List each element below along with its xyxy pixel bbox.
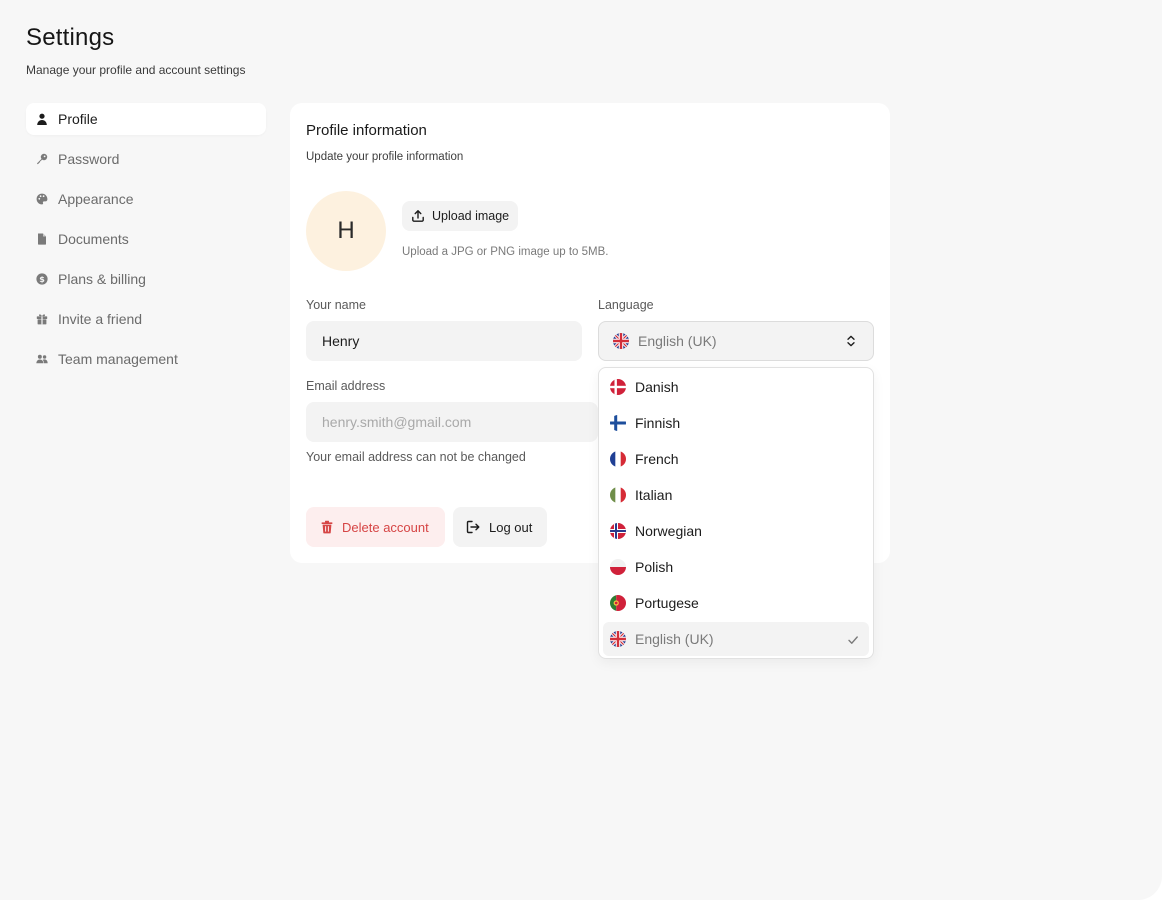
sidebar-item-appearance[interactable]: Appearance xyxy=(26,183,266,215)
gift-icon xyxy=(36,313,48,325)
user-icon xyxy=(36,113,48,125)
sidebar-item-profile[interactable]: Profile xyxy=(26,103,266,135)
language-option-label: Portugese xyxy=(635,595,699,611)
sidebar-item-password[interactable]: Password xyxy=(26,143,266,175)
language-select-value: English (UK) xyxy=(638,333,717,349)
svg-text:$: $ xyxy=(39,275,45,284)
trash-icon xyxy=(320,520,334,534)
name-input[interactable]: Henry xyxy=(306,321,582,361)
language-option-french[interactable]: French xyxy=(603,442,869,476)
document-icon xyxy=(36,233,48,245)
language-option-finnish[interactable]: Finnish xyxy=(603,406,869,440)
uk-flag-icon xyxy=(610,631,626,647)
avatar: H xyxy=(306,191,386,271)
upload-image-label: Upload image xyxy=(432,209,510,223)
email-input: henry.smith@gmail.com xyxy=(306,402,598,442)
language-option-label: English (UK) xyxy=(635,631,714,647)
settings-sidebar: Profile Password Appearance Documents $ … xyxy=(26,103,266,383)
key-icon xyxy=(36,153,48,165)
name-value: Henry xyxy=(322,333,360,349)
language-label: Language xyxy=(598,298,654,312)
email-value: henry.smith@gmail.com xyxy=(322,414,472,430)
sidebar-item-label: Plans & billing xyxy=(58,271,146,287)
delete-account-button[interactable]: Delete account xyxy=(306,507,445,547)
check-icon xyxy=(847,633,859,645)
france-flag-icon xyxy=(610,451,626,467)
page-subtitle: Manage your profile and account settings xyxy=(26,63,246,77)
log-out-label: Log out xyxy=(489,519,533,535)
sidebar-item-label: Password xyxy=(58,151,120,167)
sidebar-item-label: Profile xyxy=(58,111,98,127)
language-option-portugese[interactable]: Portugese xyxy=(603,586,869,620)
italy-flag-icon xyxy=(610,487,626,503)
upload-image-button[interactable]: Upload image xyxy=(402,201,519,231)
upload-help-text: Upload a JPG or PNG image up to 5MB. xyxy=(402,246,609,258)
sidebar-item-plans-billing[interactable]: $ Plans & billing xyxy=(26,263,266,295)
language-select[interactable]: English (UK) xyxy=(598,321,874,361)
sidebar-item-label: Invite a friend xyxy=(58,311,143,327)
delete-account-label: Delete account xyxy=(342,519,429,535)
card-title: Profile information xyxy=(306,122,427,139)
language-option-label: Finnish xyxy=(635,415,681,431)
sidebar-item-documents[interactable]: Documents xyxy=(26,223,266,255)
log-out-button[interactable]: Log out xyxy=(453,507,547,547)
upload-icon xyxy=(411,209,425,223)
users-icon xyxy=(36,353,48,365)
language-option-norwegian[interactable]: Norwegian xyxy=(603,514,869,548)
language-option-label: Polish xyxy=(635,559,674,575)
uk-flag-icon xyxy=(613,333,629,349)
chevron-up-down-icon xyxy=(845,334,857,348)
language-option-label: Italian xyxy=(635,487,673,503)
sidebar-item-team-management[interactable]: Team management xyxy=(26,343,266,375)
language-option-danish[interactable]: Danish xyxy=(603,370,869,404)
poland-flag-icon xyxy=(610,559,626,575)
palette-icon xyxy=(36,193,48,205)
finland-flag-icon xyxy=(610,415,626,431)
norway-flag-icon xyxy=(610,523,626,539)
name-label: Your name xyxy=(306,298,366,312)
language-option-english-uk[interactable]: English (UK) xyxy=(603,622,869,656)
page-title: Settings xyxy=(26,24,115,51)
dollar-icon: $ xyxy=(36,273,48,285)
denmark-flag-icon xyxy=(610,379,626,395)
sidebar-item-invite-friend[interactable]: Invite a friend xyxy=(26,303,266,335)
portugal-flag-icon xyxy=(610,595,626,611)
sidebar-item-label: Team management xyxy=(58,351,178,367)
language-option-label: Danish xyxy=(635,379,679,395)
logout-icon xyxy=(466,520,480,534)
sidebar-item-label: Appearance xyxy=(58,191,134,207)
language-option-label: French xyxy=(635,451,679,467)
settings-page: Settings Manage your profile and account… xyxy=(0,0,1162,900)
sidebar-item-label: Documents xyxy=(58,231,129,247)
language-dropdown: Danish Finnish French Italian Norwegian xyxy=(598,367,874,659)
email-label: Email address xyxy=(306,379,386,393)
language-option-label: Norwegian xyxy=(635,523,702,539)
email-help-text: Your email address can not be changed xyxy=(306,450,526,464)
card-subtitle: Update your profile information xyxy=(306,151,464,163)
language-option-italian[interactable]: Italian xyxy=(603,478,869,512)
language-option-polish[interactable]: Polish xyxy=(603,550,869,584)
